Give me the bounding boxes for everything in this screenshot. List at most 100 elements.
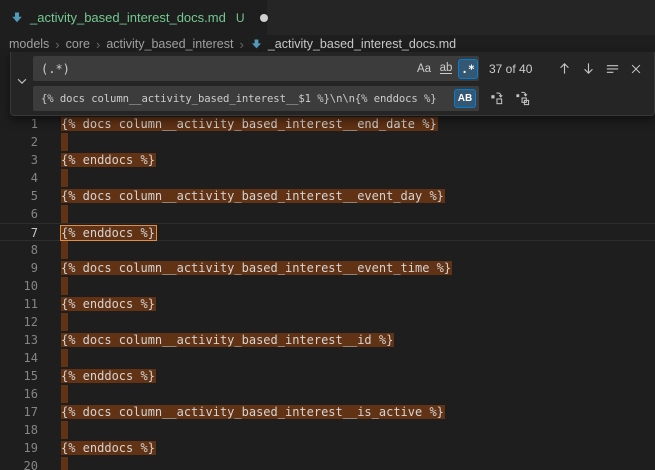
code-line[interactable]: 12 — [0, 313, 655, 331]
line-content — [61, 205, 68, 223]
line-number: 17 — [0, 403, 38, 421]
find-match-zero-width — [61, 421, 68, 439]
line-number: 7 — [0, 224, 38, 240]
replace-input[interactable]: {% docs column__activity_based_interest_… — [33, 86, 479, 111]
code-line[interactable]: 19 {% enddocs %} — [0, 439, 655, 457]
find-match-current: {% enddocs %} — [61, 226, 156, 240]
replace-all-icon — [515, 91, 530, 106]
find-match: {% docs column__activity_based_interest_… — [61, 189, 445, 203]
line-content — [61, 385, 68, 403]
code-line[interactable]: 14 — [0, 349, 655, 367]
previous-match-button[interactable] — [553, 58, 575, 80]
code-line[interactable]: 15 {% enddocs %} — [0, 367, 655, 385]
next-match-button[interactable] — [577, 58, 599, 80]
line-number: 11 — [0, 295, 38, 313]
find-match: {% enddocs %} — [61, 369, 156, 383]
line-content: {% docs column__activity_based_interest_… — [61, 331, 394, 349]
whole-word-toggle[interactable]: ab — [436, 59, 456, 79]
find-input[interactable]: (.*) Aa ab .* — [33, 56, 479, 81]
find-match: {% enddocs %} — [61, 297, 156, 311]
find-in-selection-button[interactable] — [601, 58, 623, 80]
find-replace-widget: (.*) Aa ab .* 37 of 40 — [10, 52, 655, 116]
code-line[interactable]: 4 — [0, 169, 655, 187]
find-match: {% enddocs %} — [61, 441, 156, 455]
arrow-up-icon — [557, 61, 572, 76]
line-number: 5 — [0, 187, 38, 205]
line-content: {% docs column__activity_based_interest_… — [61, 259, 452, 277]
line-content — [61, 241, 68, 259]
code-line[interactable]: 5 {% docs column__activity_based_interest… — [0, 187, 655, 205]
match-count: 37 of 40 — [489, 62, 551, 76]
find-match-zero-width — [61, 457, 68, 470]
find-match-zero-width — [61, 349, 68, 367]
find-match: {% docs column__activity_based_interest_… — [61, 117, 438, 131]
code-line[interactable]: 6 — [0, 205, 655, 223]
markdown-icon — [10, 11, 24, 25]
line-number: 10 — [0, 277, 38, 295]
code-line[interactable]: 18 — [0, 421, 655, 439]
toggle-replace-button[interactable] — [11, 52, 33, 115]
code-line[interactable]: 1 {% docs column__activity_based_interest… — [0, 115, 655, 133]
line-content — [61, 421, 68, 439]
line-content: {% enddocs %} — [61, 224, 156, 240]
breadcrumb-item-core[interactable]: core — [66, 37, 90, 51]
breadcrumb-separator: › — [237, 37, 245, 52]
match-case-toggle[interactable]: Aa — [414, 59, 434, 79]
line-content — [61, 457, 68, 470]
breadcrumb-item-file[interactable]: _activity_based_interest_docs.md — [250, 37, 456, 51]
line-content — [61, 169, 68, 187]
replace-button[interactable] — [485, 88, 507, 110]
tab-filename: _activity_based_interest_docs.md — [30, 10, 226, 25]
line-number: 1 — [0, 115, 38, 133]
find-match-zero-width — [61, 241, 68, 259]
breadcrumb-item-folder[interactable]: activity_based_interest — [106, 37, 233, 51]
find-match: {% docs column__activity_based_interest_… — [61, 333, 394, 347]
line-number: 20 — [0, 457, 38, 470]
replace-all-button[interactable] — [511, 88, 533, 110]
code-line[interactable]: 20 — [0, 457, 655, 470]
code-line[interactable]: 8 — [0, 241, 655, 259]
git-status-badge: U — [236, 11, 245, 25]
preserve-case-toggle[interactable]: AB — [454, 89, 476, 108]
line-content — [61, 313, 68, 331]
tab-bar: _activity_based_interest_docs.md U — [0, 0, 655, 35]
line-content: {% docs column__activity_based_interest_… — [61, 187, 445, 205]
replace-input-value: {% docs column__activity_based_interest_… — [33, 93, 454, 105]
breadcrumb-item-models[interactable]: models — [9, 37, 49, 51]
regex-toggle[interactable]: .* — [458, 59, 478, 79]
line-number: 3 — [0, 151, 38, 169]
close-icon — [629, 62, 643, 76]
line-content — [61, 133, 68, 151]
code-line[interactable]: 11 {% enddocs %} — [0, 295, 655, 313]
line-number: 18 — [0, 421, 38, 439]
code-line[interactable]: 2 — [0, 133, 655, 151]
line-number: 6 — [0, 205, 38, 223]
code-line[interactable]: 16 — [0, 385, 655, 403]
unsaved-dot-icon[interactable] — [260, 14, 268, 22]
find-match-zero-width — [61, 277, 68, 295]
find-input-value: (.*) — [33, 62, 413, 76]
breadcrumb-separator: › — [94, 37, 102, 52]
breadcrumb-separator: › — [53, 37, 61, 52]
breadcrumb: models › core › activity_based_interest … — [0, 35, 655, 53]
line-number: 19 — [0, 439, 38, 457]
line-content: {% enddocs %} — [61, 367, 156, 385]
selection-icon — [605, 61, 620, 76]
code-line[interactable]: 7 {% enddocs %} — [0, 223, 655, 241]
find-match: {% docs column__activity_based_interest_… — [61, 261, 452, 275]
line-content: {% enddocs %} — [61, 439, 156, 457]
line-number: 14 — [0, 349, 38, 367]
code-line[interactable]: 13{% docs column__activity_based_interes… — [0, 331, 655, 349]
find-match: {% enddocs %} — [61, 153, 156, 167]
code-line[interactable]: 10 — [0, 277, 655, 295]
code-line[interactable]: 3 {% enddocs %} — [0, 151, 655, 169]
replace-icon — [489, 91, 504, 106]
editor-tab[interactable]: _activity_based_interest_docs.md U — [0, 0, 267, 35]
code-line[interactable]: 17 {% docs column__activity_based_interes… — [0, 403, 655, 421]
line-number: 15 — [0, 367, 38, 385]
find-match: {% docs column__activity_based_interest_… — [61, 405, 445, 419]
arrow-down-icon — [581, 61, 596, 76]
code-line[interactable]: 9{% docs column__activity_based_interest… — [0, 259, 655, 277]
find-match-zero-width — [61, 133, 68, 151]
close-find-button[interactable] — [625, 58, 647, 80]
